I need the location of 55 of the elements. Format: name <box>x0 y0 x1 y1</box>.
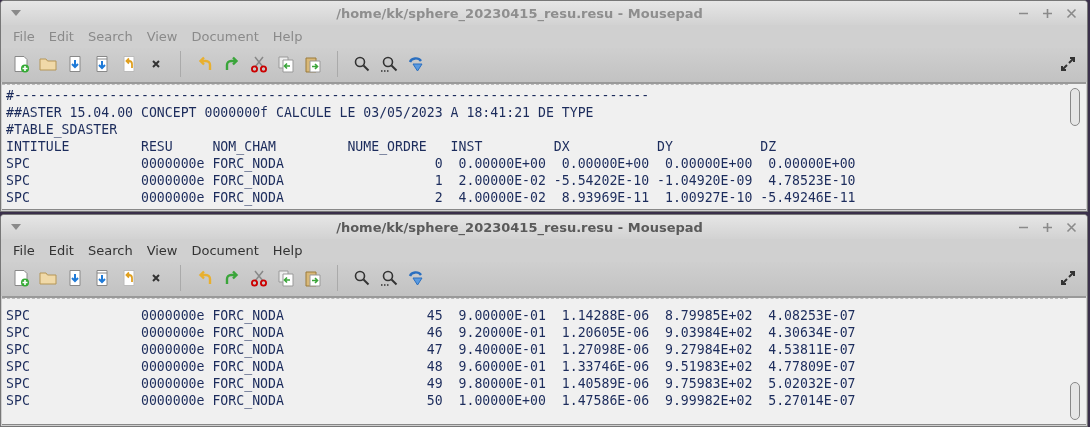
copy-icon[interactable] <box>277 269 295 287</box>
menu-item[interactable]: Help <box>266 241 309 260</box>
scissors-icon[interactable] <box>250 269 268 287</box>
search-icon[interactable] <box>353 55 371 73</box>
maximize-icon[interactable] <box>1042 7 1053 19</box>
search-icon[interactable] <box>353 269 371 287</box>
jump-arrow-icon[interactable] <box>407 269 425 287</box>
text-line: SPC 0000000e FORC_NODA 1 2.00000E-02 -5.54202E-10 -1.04920E-09 4.78523E-10 <box>6 172 857 189</box>
menu-item[interactable]: View <box>140 241 184 260</box>
text-editor-area[interactable] <box>2 296 1086 425</box>
revert-icon[interactable] <box>120 269 138 287</box>
fullscreen-icon[interactable] <box>1060 270 1076 286</box>
text-line: SPC 0000000e FORC_NODA 2 4.00000E-02 8.93969E-11 1.00927E-10 -5.49246E-11 <box>6 189 857 206</box>
redo-icon[interactable] <box>223 55 241 73</box>
text-line: SPC 0000000e FORC_NODA 48 9.60000E-01 1.33746E-06 9.51983E+02 4.77809E-07 <box>6 358 857 375</box>
revert-icon[interactable] <box>120 55 138 73</box>
text-line: #TABLE_SDASTER <box>6 121 119 138</box>
text-editor-area[interactable] <box>2 82 1086 210</box>
text-line: SPC 0000000e FORC_NODA 45 9.00000E-01 1.14288E-06 8.79985E+02 4.08253E-07 <box>6 307 857 324</box>
text-line: ##ASTER 15.04.00 CONCEPT 0000000f CALCULE LE 03/05/2023 A 18:41:21 DE TYPE <box>6 104 595 121</box>
new-document-icon[interactable] <box>12 55 30 73</box>
scrollbar-thumb[interactable] <box>1070 88 1080 126</box>
paste-icon[interactable] <box>304 269 322 287</box>
text-line: SPC 0000000e FORC_NODA 0 0.00000E+00 0.00000E+00 0.00000E+00 0.00000E+00 <box>6 155 857 172</box>
paste-icon[interactable] <box>304 55 322 73</box>
window-title: /home/kk/sphere_20230415_resu.resu - Mousepad <box>335 219 704 235</box>
copy-icon[interactable] <box>277 55 295 73</box>
menu-item[interactable]: Search <box>81 241 139 260</box>
window-title: /home/kk/sphere_20230415_resu.resu - Mousepad <box>335 5 704 21</box>
maximize-icon[interactable] <box>1042 221 1053 233</box>
text-line: SPC 0000000e FORC_NODA 49 9.80000E-01 1.40589E-06 9.75983E+02 5.02032E-07 <box>6 375 857 392</box>
redo-icon[interactable] <box>223 269 241 287</box>
text-line: SPC 0000000e FORC_NODA 46 9.20000E-01 1.20605E-06 9.03984E+02 4.30634E-07 <box>6 324 857 341</box>
menu-item[interactable]: File <box>7 241 41 260</box>
text-line: SPC 0000000e FORC_NODA 50 1.00000E+00 1.47586E-06 9.99982E+02 5.27014E-07 <box>6 392 857 409</box>
save-icon[interactable] <box>66 55 84 73</box>
menu-item[interactable]: Edit <box>42 241 80 260</box>
new-document-icon[interactable] <box>12 269 30 287</box>
find-replace-icon[interactable] <box>380 269 398 287</box>
window-menu-icon[interactable] <box>11 224 21 230</box>
text-line: SPC 0000000e FORC_NODA 47 9.40000E-01 1.27098E-06 9.27984E+02 4.53811E-07 <box>6 341 857 358</box>
find-replace-icon[interactable] <box>380 55 398 73</box>
save-as-icon[interactable] <box>93 269 111 287</box>
save-icon[interactable] <box>66 269 84 287</box>
save-as-icon[interactable] <box>93 55 111 73</box>
menu-item[interactable]: Document <box>185 241 265 260</box>
text-line: #-------------------------------------------------------------------------------- <box>6 87 651 104</box>
close-icon[interactable] <box>1066 221 1077 233</box>
scissors-icon[interactable] <box>250 55 268 73</box>
fullscreen-icon[interactable] <box>1060 56 1076 72</box>
close-icon[interactable] <box>1066 7 1077 19</box>
window-menu-icon[interactable] <box>11 10 21 16</box>
text-line: INTITULE RESU NOM_CHAM NUME_ORDRE INST DX DY DZ <box>6 138 778 155</box>
scrollbar-thumb[interactable] <box>1070 382 1080 420</box>
jump-arrow-icon[interactable] <box>407 55 425 73</box>
